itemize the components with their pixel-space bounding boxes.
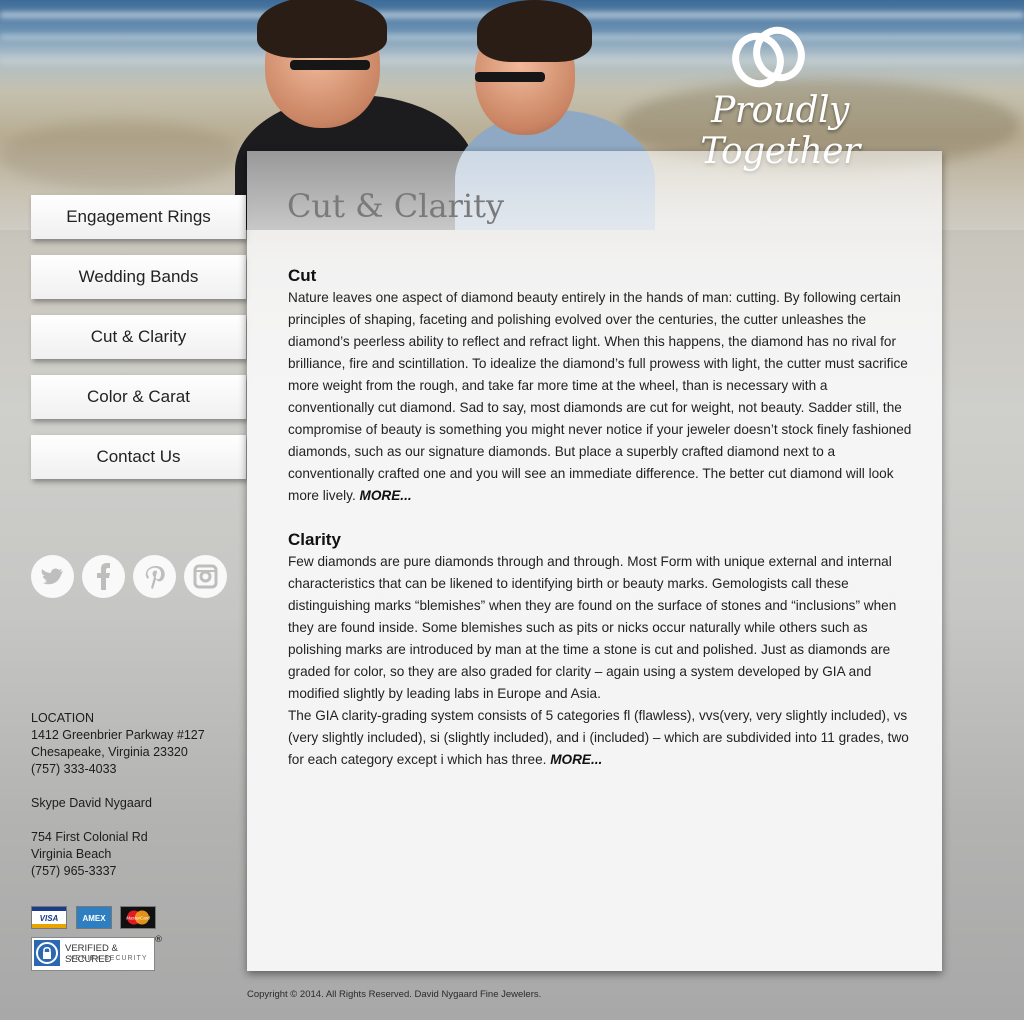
clarity-paragraph: Few diamonds are pure diamonds through a… — [288, 554, 897, 701]
registered-mark: ® — [154, 935, 163, 945]
cut-paragraph: Nature leaves one aspect of diamond beau… — [288, 287, 913, 507]
visa-icon: VISA — [31, 906, 67, 929]
address-line: Chesapeake, Virginia 23320 — [31, 745, 188, 759]
facebook-icon[interactable] — [82, 555, 125, 598]
clarity-section: Clarity Few diamonds are pure diamonds t… — [288, 529, 913, 771]
address-line: Virginia Beach — [31, 847, 112, 861]
address-line: 1412 Greenbrier Parkway #127 — [31, 728, 205, 742]
nav-item-engagement-rings[interactable]: Engagement Rings — [31, 195, 246, 239]
payment-cards: VISA AMEX MasterCard — [31, 906, 161, 929]
rings-icon — [732, 26, 805, 88]
amex-icon: AMEX — [76, 906, 112, 929]
cut-body: Nature leaves one aspect of diamond beau… — [288, 290, 912, 503]
clarity-heading: Clarity — [288, 530, 341, 549]
nav-item-color-carat[interactable]: Color & Carat — [31, 375, 246, 419]
mastercard-icon: MasterCard — [120, 906, 156, 929]
nav-item-cut-clarity[interactable]: Cut & Clarity — [31, 315, 246, 359]
mastercard-text: MasterCard — [126, 916, 150, 921]
nav-item-contact-us[interactable]: Contact Us — [31, 435, 246, 479]
content-panel: Cut & Clarity Cut Nature leaves one aspe… — [247, 151, 942, 971]
cut-heading: Cut — [288, 266, 317, 285]
location-heading: LOCATION — [31, 711, 94, 725]
contact-info: LOCATION 1412 Greenbrier Parkway #127 Ch… — [31, 710, 205, 880]
sidebar-nav: Engagement Rings Wedding Bands Cut & Cla… — [31, 195, 246, 495]
phone-number: (757) 333-4033 — [31, 762, 117, 776]
lock-icon — [34, 940, 60, 966]
skype-contact: Skype David Nygaard — [31, 796, 152, 810]
visa-text: VISA — [40, 914, 59, 923]
cut-more-link[interactable]: MORE... — [360, 488, 412, 503]
instagram-icon[interactable] — [184, 555, 227, 598]
social-links — [31, 555, 231, 599]
pinterest-icon[interactable] — [133, 555, 176, 598]
verify-security-text: VERIFY SECURITY — [70, 955, 148, 962]
nav-item-wedding-bands[interactable]: Wedding Bands — [31, 255, 246, 299]
brand-logo[interactable]: Proudly Together — [640, 20, 920, 172]
footer-copyright: Copyright © 2014. All Rights Reserved. D… — [247, 989, 542, 1000]
rock — [0, 120, 240, 190]
amex-text: AMEX — [82, 914, 106, 923]
cut-section: Cut Nature leaves one aspect of diamond … — [288, 265, 913, 507]
verified-secured-badge[interactable]: VERIFIED & SECURED VERIFY SECURITY — [31, 937, 155, 971]
clarity-more-link[interactable]: MORE... — [550, 752, 602, 767]
page-title: Cut & Clarity — [287, 187, 505, 225]
clarity-paragraph-2: The GIA clarity-grading system consists … — [288, 705, 913, 771]
address-line: 754 First Colonial Rd — [31, 830, 148, 844]
twitter-icon[interactable] — [31, 555, 74, 598]
phone-number: (757) 965-3337 — [31, 864, 117, 878]
